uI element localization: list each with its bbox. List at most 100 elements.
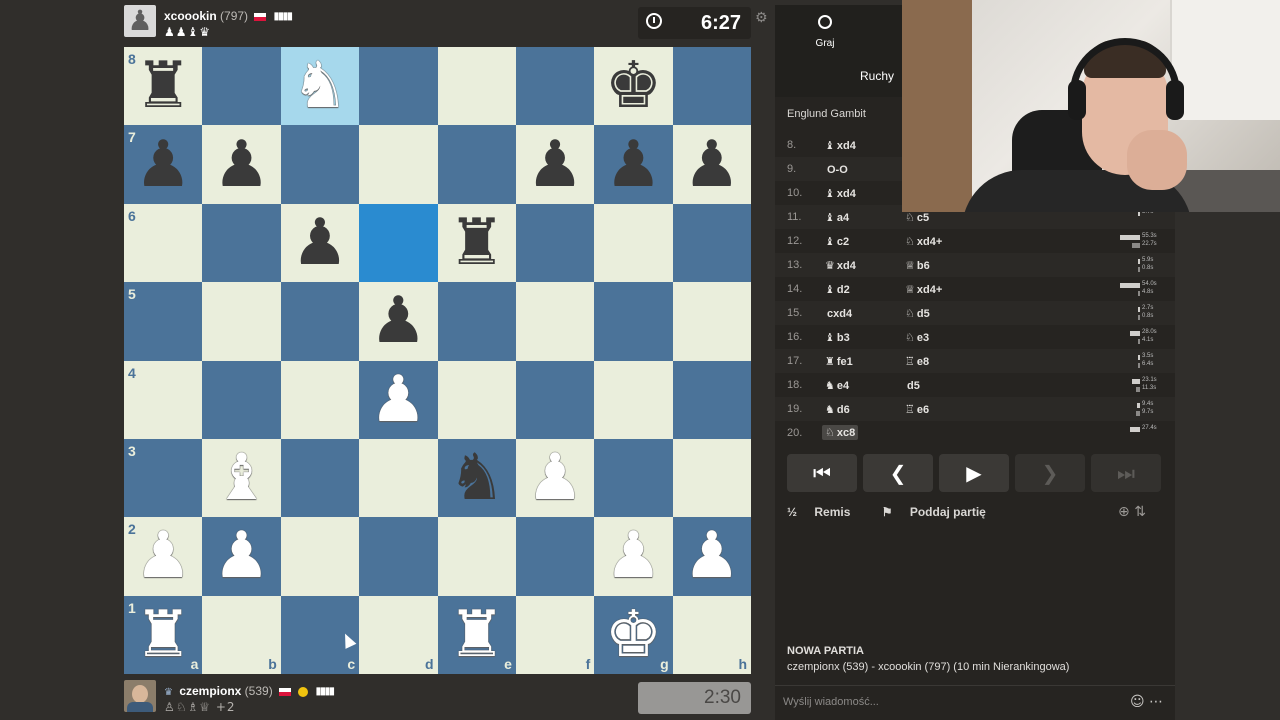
white-move[interactable]: ♜ fe1 — [825, 355, 853, 368]
white-rook-icon[interactable]: ♜ — [448, 603, 505, 667]
bottom-player-avatar[interactable] — [124, 680, 156, 712]
tab-play[interactable]: Graj — [810, 15, 840, 51]
square-f4[interactable] — [515, 360, 595, 439]
square-a3[interactable]: 3 — [124, 438, 203, 518]
square-a4[interactable]: 4 — [124, 360, 203, 439]
square-g7[interactable]: ♟ — [594, 125, 673, 204]
square-e4[interactable] — [437, 360, 516, 439]
add-icon[interactable]: ⊕ — [1118, 504, 1130, 520]
square-g2[interactable]: ♟ — [594, 517, 673, 596]
square-e3[interactable]: ♞ — [437, 438, 516, 518]
square-c7[interactable] — [280, 125, 360, 204]
square-d5[interactable]: ♟ — [359, 282, 438, 361]
white-move[interactable]: ♞ e4 — [825, 379, 849, 392]
white-move[interactable]: ♝ b3 — [825, 331, 850, 344]
settings-gear-icon[interactable]: ⚙ — [755, 10, 768, 26]
top-player-name[interactable]: xcoookin — [164, 9, 217, 23]
black-pawn-icon[interactable]: ♟ — [291, 211, 348, 275]
square-h3[interactable] — [672, 438, 751, 518]
black-move[interactable]: ♖ e8 — [905, 355, 929, 368]
square-b7[interactable]: ♟ — [202, 125, 281, 204]
black-pawn-icon[interactable]: ♟ — [683, 133, 740, 197]
black-move[interactable]: ♖ e6 — [905, 403, 929, 416]
more-icon[interactable]: ⋯ — [1149, 694, 1163, 710]
square-a2[interactable]: ♟ 2 — [124, 517, 203, 596]
square-h2[interactable]: ♟ — [672, 517, 751, 596]
black-move[interactable]: ♘ d5 — [905, 307, 930, 320]
square-f3[interactable]: ♟ — [515, 438, 595, 518]
square-g4[interactable] — [594, 360, 673, 439]
emoji-icon[interactable]: ☺ — [1130, 694, 1145, 710]
prev-move-button[interactable]: ❮ — [863, 454, 933, 492]
black-move[interactable]: ♘ e3 — [905, 331, 929, 344]
square-b2[interactable]: ♟ — [202, 517, 281, 596]
white-move[interactable]: ♛ xd4 — [825, 259, 856, 272]
black-move[interactable]: ♘ xd4+ — [905, 235, 942, 248]
white-move[interactable]: ♝ d2 — [825, 283, 850, 296]
square-g5[interactable] — [594, 282, 673, 361]
square-d1[interactable]: d — [359, 595, 438, 674]
square-h1[interactable]: h — [672, 595, 751, 674]
square-b1[interactable]: b — [202, 595, 281, 674]
square-f1[interactable]: f — [515, 595, 595, 674]
white-pawn-icon[interactable]: ♟ — [213, 524, 270, 588]
square-g8[interactable]: ♚ — [594, 47, 673, 126]
chat-input[interactable]: Wyślij wiadomość... — [783, 696, 879, 708]
square-a1[interactable]: ♜ 1 a — [124, 595, 203, 674]
square-b3[interactable]: ♝ — [202, 438, 281, 518]
square-b8[interactable] — [202, 47, 281, 126]
square-a5[interactable]: 5 — [124, 282, 203, 361]
square-d8[interactable] — [359, 47, 438, 126]
square-e7[interactable] — [437, 125, 516, 204]
square-f7[interactable]: ♟ — [515, 125, 595, 204]
black-move[interactable] — [905, 427, 907, 440]
white-pawn-icon[interactable]: ♟ — [526, 446, 583, 510]
black-pawn-icon[interactable]: ♟ — [370, 289, 427, 353]
white-move[interactable]: cxd4 — [825, 307, 852, 320]
square-h7[interactable]: ♟ — [672, 125, 751, 204]
white-move[interactable]: ♝ xd4 — [825, 187, 856, 200]
next-move-button[interactable]: ❯ — [1015, 454, 1085, 492]
square-b4[interactable] — [202, 360, 281, 439]
square-b6[interactable] — [202, 203, 281, 283]
white-move[interactable]: ♞ d6 — [825, 403, 850, 416]
white-pawn-icon[interactable]: ♟ — [370, 368, 427, 432]
black-pawn-icon[interactable]: ♟ — [605, 133, 662, 197]
first-move-button[interactable]: ⏮ — [787, 454, 857, 492]
square-d3[interactable] — [359, 438, 438, 518]
square-c6[interactable]: ♟ — [280, 203, 360, 283]
black-move[interactable]: ♕ xd4+ — [905, 283, 942, 296]
tab-moves[interactable]: Ruchy — [860, 69, 894, 83]
white-move[interactable]: ♝ a4 — [825, 211, 849, 224]
square-e5[interactable] — [437, 282, 516, 361]
square-c8[interactable]: ♞ — [280, 47, 360, 126]
last-move-button[interactable]: ⏭ — [1091, 454, 1161, 492]
square-g3[interactable] — [594, 438, 673, 518]
chess-board[interactable]: ♜ 8 ♞ ♚ ♟ 7 ♟ ♟ ♟ ♟ 6 ♟ ♜ 5 ♟ 4 ♟ 3 ♝ ♞ ♟ ♟ 2 ♟ ♟ ♟ ♜ 1 a b c d ♜ e f ♚ g h — [124, 47, 751, 674]
square-g6[interactable] — [594, 203, 673, 283]
black-rook-icon[interactable]: ♜ — [135, 54, 192, 118]
white-king-icon[interactable]: ♚ — [605, 603, 662, 667]
white-pawn-icon[interactable]: ♟ — [683, 524, 740, 588]
square-h5[interactable] — [672, 282, 751, 361]
square-h6[interactable] — [672, 203, 751, 283]
bottom-player-name[interactable]: czempionx — [179, 684, 241, 698]
black-rook-icon[interactable]: ♜ — [448, 211, 505, 275]
square-d6[interactable] — [359, 203, 438, 283]
white-move[interactable]: ♝ xd4 — [825, 139, 856, 152]
square-f5[interactable] — [515, 282, 595, 361]
square-a6[interactable]: 6 — [124, 203, 203, 283]
square-g1[interactable]: ♚ g — [594, 595, 673, 674]
white-pawn-icon[interactable]: ♟ — [605, 524, 662, 588]
square-e2[interactable] — [437, 517, 516, 596]
square-b5[interactable] — [202, 282, 281, 361]
square-c4[interactable] — [280, 360, 360, 439]
white-move[interactable]: ♝ c2 — [825, 235, 849, 248]
square-e1[interactable]: ♜ e — [437, 595, 516, 674]
white-move[interactable]: ♘ xc8 — [822, 425, 859, 440]
square-d2[interactable] — [359, 517, 438, 596]
square-d4[interactable]: ♟ — [359, 360, 438, 439]
square-d7[interactable] — [359, 125, 438, 204]
square-e6[interactable]: ♜ — [437, 203, 516, 283]
white-bishop-icon[interactable]: ♝ — [213, 446, 270, 510]
